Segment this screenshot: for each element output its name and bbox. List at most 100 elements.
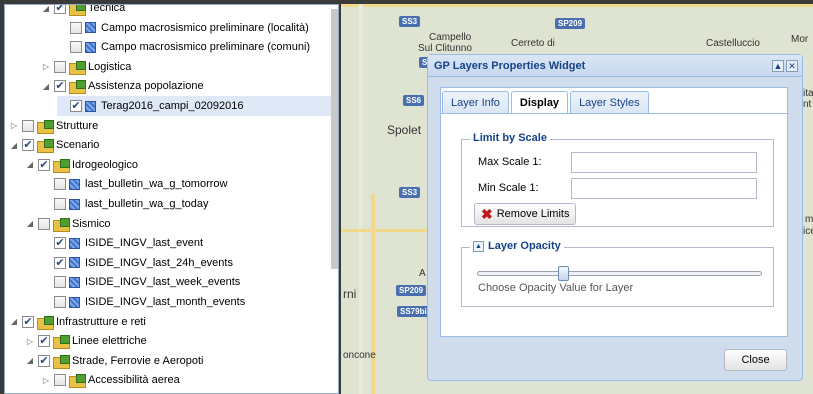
map-place-label: ita [803,88,813,99]
expand-arrow-icon[interactable]: ◢ [41,5,51,13]
tree-layer-node[interactable]: last_bulletin_wa_g_today [41,194,209,214]
collapsed-arrow-icon[interactable]: ▷ [9,121,19,130]
tree-folder-node[interactable]: ◢ ✔ Idrogeologico [25,155,138,175]
tab-bar: Layer Info Display Layer Styles [442,91,651,114]
collapse-icon[interactable]: ▲ [473,240,484,252]
layer-properties-widget: GP Layers Properties Widget ▲ ✕ Layer In… [427,54,803,381]
layer-checkbox[interactable]: ✔ [70,100,82,112]
map-road [341,4,813,7]
layer-checkbox[interactable] [54,60,66,73]
road-shield: SS6 [403,95,425,106]
collapsed-arrow-icon[interactable]: ▷ [41,376,51,385]
layer-checkbox[interactable]: ✔ [38,354,50,367]
folder-icon [69,5,86,16]
tree-node-label: Campo macrosismico preliminare (comuni) [101,41,311,54]
expand-arrow-icon[interactable]: ◢ [41,82,51,91]
layer-checkbox[interactable]: ✔ [22,139,34,152]
tree-folder-node[interactable]: ▷ Accessibilità aerea [41,370,180,390]
collapse-icon[interactable]: ▲ [772,60,784,72]
tree-layer-node[interactable]: Campo macrosismico preliminare (località… [57,18,309,38]
tab-layer-info[interactable]: Layer Info [442,91,509,113]
layer-checkbox[interactable] [54,178,66,191]
tab-strip-divider [441,113,787,114]
collapsed-arrow-icon[interactable]: ▷ [41,62,51,71]
tree-node-label: ISIDE_INGV_last_event [85,237,204,250]
tree-layer-node[interactable]: ISIDE_INGV_last_week_events [41,272,240,292]
close-icon[interactable]: ✕ [786,60,798,72]
min-scale-input[interactable] [571,178,757,199]
layer-checkbox[interactable] [22,119,34,132]
layer-checkbox[interactable]: ✔ [22,315,34,328]
folder-icon [69,80,86,95]
layer-checkbox[interactable]: ✔ [54,256,66,269]
tree-node-label: ISIDE_INGV_last_24h_events [85,256,233,269]
road-shield: SS3 [399,16,421,27]
tree-layer-node[interactable]: Campo macrosismico preliminare (comuni) [57,37,310,57]
map-place-label: Spolet [387,123,422,137]
tree-folder-node[interactable]: ◢ ✔ Assistenza popolazione [41,76,204,96]
expand-arrow-icon[interactable]: ◢ [9,317,19,326]
tree-folder-node[interactable]: ▷ Strutture [9,116,98,136]
tree-node-label: Tecnica [88,4,126,14]
tree-node-label: Campo macrosismico preliminare (località… [101,21,309,34]
layer-checkbox[interactable] [38,217,50,230]
opacity-slider-track[interactable] [477,271,762,276]
tree-node-label: Strutture [56,119,99,132]
close-button[interactable]: Close [724,349,787,371]
layer-checkbox[interactable]: ✔ [38,158,50,171]
layer-checkbox[interactable]: ✔ [54,80,66,93]
max-scale-input[interactable] [571,152,757,173]
opacity-legend-label: Layer Opacity [488,240,561,252]
tree-folder-node[interactable]: ◢ ✔ Tecnica [41,4,126,18]
tree-folder-node[interactable]: ◢ ✔ Infrastrutture e reti [9,312,146,332]
tree-folder-node[interactable]: ◢ ✔ Strade, Ferrovie e Aeropoti [25,351,203,371]
map-place-label: Sul Clitunno [418,43,472,54]
layer-checkbox[interactable] [54,276,66,289]
tree-folder-node[interactable]: ▷ ✔ Linee elettriche [25,331,147,351]
map-place-label: oncone [343,350,376,361]
tree-node-label: Infrastrutture e reti [56,315,146,328]
tree-node-label: Terag2016_campi_02092016 [101,100,244,112]
remove-limits-button[interactable]: ✖ Remove Limits [474,203,577,225]
layer-checkbox[interactable] [54,198,66,210]
fieldset-legend: ▲ Layer Opacity [470,240,564,252]
tree-scrollbar[interactable] [331,9,338,269]
map-place-label: A [419,268,426,279]
tree-layer-node[interactable]: ✔ ISIDE_INGV_last_event [41,233,203,253]
expand-arrow-icon[interactable]: ◢ [25,356,35,365]
tree-layer-node[interactable]: last_bulletin_wa_g_tomorrow [41,174,227,194]
layer-checkbox[interactable]: ✔ [54,237,66,250]
widget-title: GP Layers Properties Widget [434,60,586,72]
collapsed-arrow-icon[interactable]: ▷ [25,337,35,346]
layer-checkbox[interactable] [54,296,66,308]
expand-arrow-icon[interactable]: ◢ [9,141,19,150]
tree-node-label: ISIDE_INGV_last_week_events [85,276,241,289]
tree-layer-node[interactable]: ✔ Terag2016_campi_02092016 [57,96,331,116]
layer-checkbox[interactable]: ✔ [54,5,66,14]
tree-node-label: last_bulletin_wa_g_tomorrow [85,178,228,191]
road-shield: SS3 [399,187,421,198]
map-road [341,229,427,232]
folder-icon [37,315,54,330]
map-place-label: ice [803,226,813,237]
tree-folder-node[interactable]: ▷ Logistica [41,57,131,77]
tree-folder-node[interactable]: ◢ Sismico [25,214,111,234]
expand-arrow-icon[interactable]: ◢ [25,219,35,228]
tree-layer-node[interactable]: ✔ ISIDE_INGV_last_24h_events [41,253,233,273]
tree-folder-node[interactable]: ◢ ✔ Scenario [9,135,99,155]
folder-icon [37,119,54,134]
tree-layer-node[interactable]: ISIDE_INGV_last_month_events [41,292,245,312]
layer-icon [69,198,80,210]
widget-title-bar[interactable]: GP Layers Properties Widget ▲ ✕ [428,55,802,77]
tree-node-label: Linee elettriche [72,335,147,348]
layer-checkbox[interactable]: ✔ [38,335,50,348]
tree-node-label: ISIDE_INGV_last_month_events [85,296,246,308]
layer-checkbox[interactable] [70,41,82,54]
opacity-slider-thumb[interactable] [557,266,569,281]
expand-arrow-icon[interactable]: ◢ [25,160,35,169]
tab-display[interactable]: Display [510,91,569,114]
layer-icon [85,100,96,112]
layer-checkbox[interactable] [54,374,66,387]
layer-checkbox[interactable] [70,21,82,34]
tab-layer-styles[interactable]: Layer Styles [570,91,649,113]
